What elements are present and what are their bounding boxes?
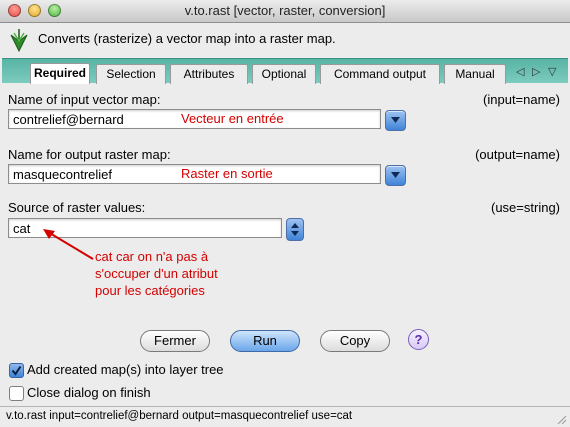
use-param-hint: (use=string) (491, 200, 560, 215)
add-layer-label: Add created map(s) into layer tree (27, 362, 224, 377)
tab-bar: Required Selection Attributes Optional C… (2, 58, 568, 84)
use-value: cat (13, 221, 31, 236)
title-bar: v.to.rast [vector, raster, conversion] (0, 0, 570, 23)
input-map-label: Name of input vector map: (8, 92, 161, 107)
close-dialog-label: Close dialog on finish (27, 385, 151, 400)
add-layer-checkbox[interactable] (9, 363, 24, 378)
module-description: Converts (rasterize) a vector map into a… (38, 31, 336, 46)
tab-manual[interactable]: Manual (444, 64, 506, 84)
annotation-line-1: cat car on n'a pas à (95, 249, 209, 264)
output-map-dropdown-button[interactable] (385, 165, 406, 186)
input-param-hint: (input=name) (483, 92, 560, 107)
input-annotation: Vecteur en entrée (181, 111, 284, 126)
tab-attributes[interactable]: Attributes (170, 64, 248, 84)
checkmark-icon (11, 365, 22, 376)
use-stepper[interactable] (286, 218, 304, 241)
window-title: v.to.rast [vector, raster, conversion] (184, 3, 386, 18)
command-preview: v.to.rast input=contrelief@bernard outpu… (6, 410, 353, 422)
run-button[interactable]: Run (230, 330, 300, 352)
output-param-hint: (output=name) (475, 147, 560, 162)
close-button[interactable]: Fermer (140, 330, 210, 352)
annotation-line-2: s'occuper d'un atribut (95, 266, 218, 281)
annotation-text: cat car on n'a pas à s'occuper d'un atri… (95, 248, 218, 299)
help-button[interactable]: ? (408, 329, 429, 350)
tab-required[interactable]: Required (30, 63, 90, 84)
input-map-value: contrelief@bernard (13, 112, 124, 127)
chevron-down-icon (391, 172, 400, 178)
tab-selection[interactable]: Selection (96, 64, 166, 84)
app-window: v.to.rast [vector, raster, conversion] C… (0, 0, 570, 427)
close-dialog-checkbox[interactable] (9, 386, 24, 401)
copy-button[interactable]: Copy (320, 330, 390, 352)
chevron-down-icon (391, 117, 400, 123)
annotation-line-3: pour les catégories (95, 283, 205, 298)
tab-optional[interactable]: Optional (252, 64, 316, 84)
tab-scroll-right-icon[interactable]: ▷ (532, 65, 540, 78)
tab-list-icon[interactable]: ▽ (548, 65, 556, 78)
dialog-header: Converts (rasterize) a vector map into a… (0, 23, 570, 57)
use-label: Source of raster values: (8, 200, 146, 215)
output-annotation: Raster en sortie (181, 166, 273, 181)
output-map-value: masquecontrelief (13, 167, 112, 182)
tab-scroll-left-icon[interactable]: ◁ (516, 65, 524, 78)
grass-logo-icon (10, 29, 28, 53)
up-down-arrows-icon (291, 223, 299, 236)
resize-grip-icon[interactable] (557, 415, 567, 425)
status-bar: v.to.rast input=contrelief@bernard outpu… (0, 406, 570, 427)
tab-command-output[interactable]: Command output (320, 64, 440, 84)
input-map-dropdown-button[interactable] (385, 110, 406, 131)
annotation-arrow-icon (43, 229, 94, 260)
output-map-label: Name for output raster map: (8, 147, 171, 162)
